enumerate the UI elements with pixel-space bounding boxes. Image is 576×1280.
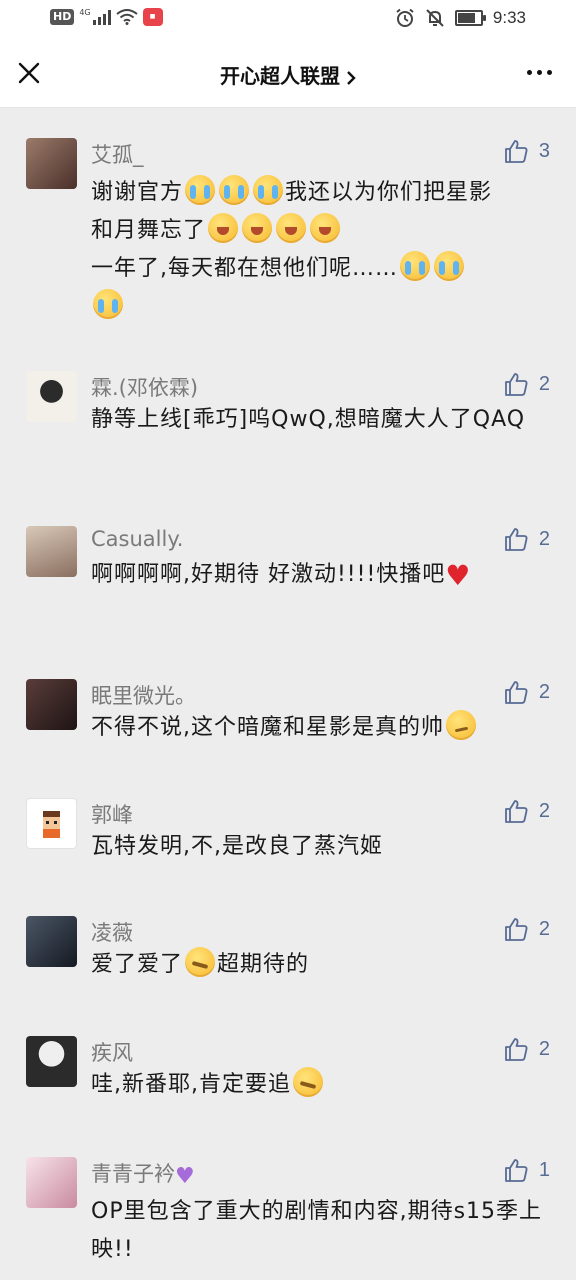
like-button[interactable]: 2 — [503, 1036, 550, 1062]
cartoon-avatar-icon — [43, 811, 60, 838]
commenter-name[interactable]: 眠里微光。 — [91, 680, 196, 710]
avatar[interactable] — [26, 679, 77, 730]
like-button[interactable]: 3 — [503, 138, 550, 164]
commenter-name[interactable]: 郭峰 — [91, 799, 133, 829]
thumbs-up-icon — [504, 1159, 528, 1182]
wifi-icon — [116, 9, 138, 25]
commenter-name[interactable]: 疾风 — [91, 1037, 133, 1067]
commenter-name-text: 青青子衿 — [91, 1162, 175, 1186]
avatar[interactable] — [26, 1036, 77, 1087]
comment-text-part: 啊啊啊啊,好期待 好激动!!!!快播吧 — [91, 562, 446, 587]
comment-text-part: 不得不说,这个暗魔和星影是真的帅 — [91, 715, 444, 740]
crying-face-icon — [185, 175, 216, 205]
like-button[interactable]: 1 — [503, 1157, 550, 1183]
avatar[interactable] — [26, 916, 77, 967]
network-type: 4G — [79, 8, 91, 17]
comment-text: 爱了爱了 超期待的 — [91, 946, 551, 984]
thumbs-up-icon — [504, 528, 528, 551]
avatar[interactable] — [26, 1157, 77, 1208]
comment-text: 啊啊啊啊,好期待 好激动!!!!快播吧♥ — [91, 556, 551, 595]
crying-face-icon — [434, 251, 464, 281]
like-button[interactable]: 2 — [503, 526, 550, 552]
comment-text: OP里包含了重大的剧情和内容,期待s15季上映!! — [91, 1199, 543, 1262]
comment-text-part: 一年了,每天都在想他们呢…… — [91, 256, 398, 281]
avatar[interactable] — [26, 526, 77, 577]
smirk-face-icon — [446, 710, 476, 740]
nav-header: 开心超人联盟 — [0, 40, 576, 108]
crying-face-icon — [219, 175, 250, 205]
comment-text-part: 和月舞忘了 — [91, 218, 207, 243]
battery-level — [457, 13, 475, 23]
like-button[interactable]: 2 — [503, 371, 550, 397]
comment-text-part: 谢谢官方 — [91, 180, 184, 205]
crying-face-icon — [253, 175, 284, 205]
like-count: 3 — [538, 139, 550, 162]
comment-text: 静等上线[乖巧]呜QwQ,想暗魔大人了QAQ — [91, 407, 526, 432]
commenter-name[interactable]: 霖.(邓依霖) — [91, 372, 198, 402]
comment-text: 谢谢官方 我还以为你们把星影 和月舞忘了 一年了,每天都在想他们呢…… — [91, 174, 551, 326]
thumbs-up-icon — [504, 918, 528, 941]
more-icon[interactable] — [527, 70, 552, 75]
wink-face-icon — [293, 1067, 323, 1097]
avatar[interactable] — [26, 138, 77, 189]
like-count: 1 — [538, 1158, 550, 1181]
thumbs-up-icon — [504, 373, 528, 396]
commenter-name[interactable]: Casually. — [91, 527, 183, 551]
comment-text: 不得不说,这个暗魔和星影是真的帅 — [91, 709, 551, 747]
page-title[interactable]: 开心超人联盟 — [0, 60, 576, 89]
comment-text: 瓦特发明,不,是改良了蒸汽姬 — [91, 834, 383, 859]
crying-face-icon — [93, 289, 123, 319]
avatar[interactable] — [26, 371, 77, 422]
loudly-crying-face-icon — [276, 213, 307, 243]
wink-face-icon — [185, 947, 216, 977]
chevron-right-icon — [347, 70, 356, 85]
status-bar: HD 4G ■ 9:33 — [0, 0, 576, 40]
like-button[interactable]: 2 — [503, 679, 550, 705]
thumbs-up-icon — [504, 681, 528, 704]
clock: 9:33 — [492, 8, 526, 27]
commenter-name[interactable]: 凌薇 — [91, 917, 133, 947]
loudly-crying-face-icon — [310, 213, 341, 243]
like-count: 2 — [538, 1037, 550, 1060]
crying-face-icon — [400, 251, 430, 281]
loudly-crying-face-icon — [208, 213, 239, 243]
mute-bell-icon — [426, 9, 444, 27]
signal-icon — [92, 9, 111, 25]
purple-heart-icon: ♥ — [175, 1164, 195, 1189]
comment-text-part: 哇,新番耶,肯定要追 — [91, 1072, 291, 1097]
like-count: 2 — [538, 372, 550, 395]
page-title-text: 开心超人联盟 — [220, 64, 340, 88]
thumbs-up-icon — [504, 140, 528, 163]
like-count: 2 — [538, 799, 550, 822]
comment-text-part: 爱了爱了 — [91, 952, 184, 977]
red-heart-icon: ♥ — [445, 559, 472, 592]
thumbs-up-icon — [504, 800, 528, 823]
like-count: 2 — [538, 680, 550, 703]
avatar[interactable] — [26, 798, 77, 849]
commenter-name[interactable]: 青青子衿♥ — [91, 1158, 195, 1189]
comment-text: 哇,新番耶,肯定要追 — [91, 1066, 551, 1104]
like-button[interactable]: 2 — [503, 798, 550, 824]
like-button[interactable]: 2 — [503, 916, 550, 942]
comment-text-part: 我还以为你们把星影 — [285, 180, 493, 205]
alarm-icon — [396, 8, 414, 27]
like-count: 2 — [538, 917, 550, 940]
hd-badge: HD — [50, 9, 75, 25]
commenter-name[interactable]: 艾孤_ — [91, 139, 144, 169]
app-notification-icon: ■ — [142, 8, 163, 26]
thumbs-up-icon — [504, 1038, 528, 1061]
battery-icon — [454, 10, 486, 26]
comment-text-part: 超期待的 — [217, 952, 310, 977]
loudly-crying-face-icon — [242, 213, 273, 243]
like-count: 2 — [538, 527, 550, 550]
